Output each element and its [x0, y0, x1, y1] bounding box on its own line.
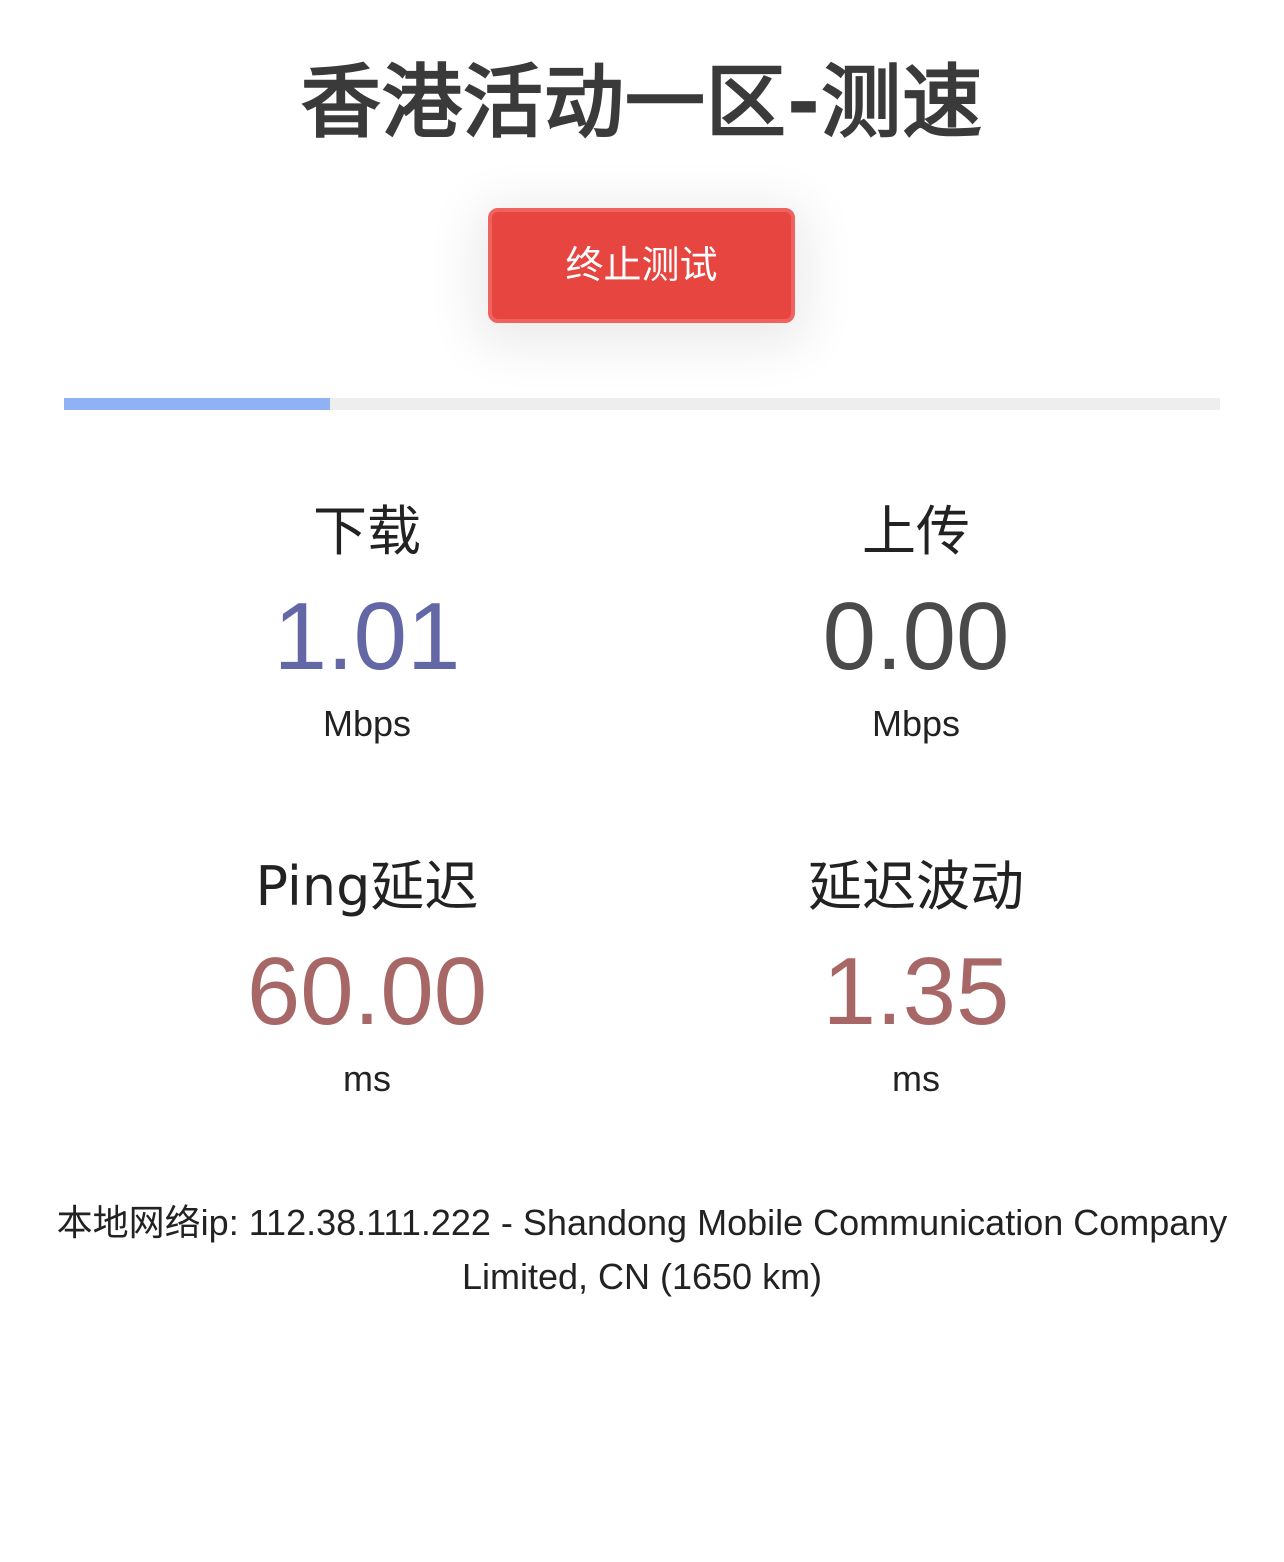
- jitter-unit: ms: [892, 1058, 940, 1099]
- progress-bar-fill: [64, 398, 330, 410]
- ip-info-line-1: 本地网络ip: 112.38.111.222 - Shandong Mobile…: [56, 1202, 1228, 1243]
- jitter-label: 延迟波动: [808, 855, 1024, 918]
- upload-unit: Mbps: [871, 703, 961, 744]
- page-title: 香港活动一区-测速: [300, 56, 984, 149]
- jitter-value: 1.35: [822, 938, 1010, 1045]
- upload-value: 0.00: [822, 583, 1010, 690]
- ping-unit: ms: [343, 1058, 391, 1099]
- stop-test-button[interactable]: 终止测试: [488, 208, 795, 323]
- ping-value: 60.00: [246, 938, 488, 1045]
- ping-label: Ping延迟: [255, 855, 479, 918]
- download-unit: Mbps: [322, 703, 412, 744]
- upload-stat: 上传 0.00 Mbps: [666, 500, 1166, 746]
- ip-info-line-2: Limited, CN (1650 km): [461, 1256, 823, 1297]
- download-value: 1.01: [273, 583, 461, 690]
- progress-bar: [64, 398, 1220, 410]
- upload-label: 上传: [862, 500, 970, 563]
- ping-stat: Ping延迟 60.00 ms: [117, 855, 617, 1101]
- download-stat: 下载 1.01 Mbps: [117, 500, 617, 746]
- jitter-stat: 延迟波动 1.35 ms: [666, 855, 1166, 1101]
- download-label: 下载: [313, 500, 421, 563]
- local-ip-info: 本地网络ip: 112.38.111.222 - Shandong Mobile…: [0, 1196, 1284, 1304]
